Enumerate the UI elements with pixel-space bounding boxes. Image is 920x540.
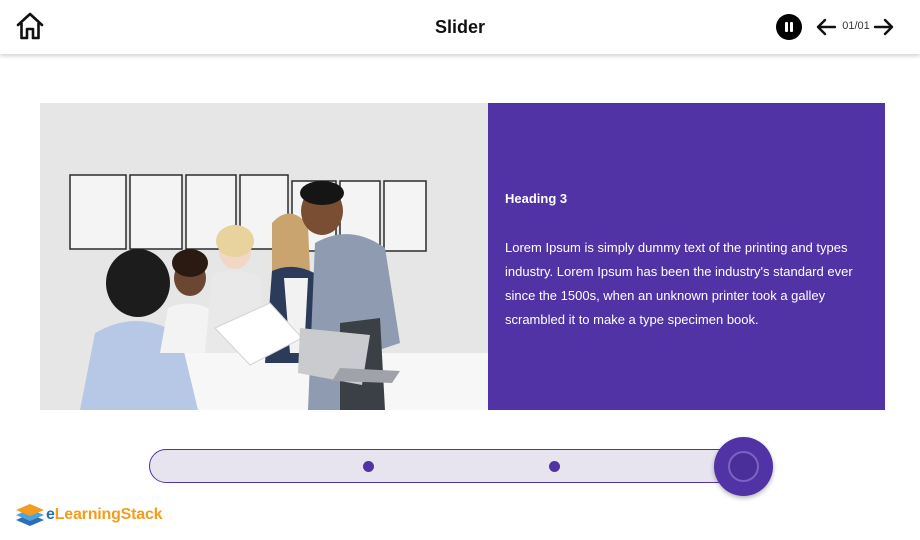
home-button[interactable] [14,11,46,41]
pause-button[interactable] [776,14,802,40]
next-button[interactable] [873,17,895,37]
stacked-books-icon [16,504,44,526]
slide-body-text: Lorem Ipsum is simply dummy text of the … [505,240,853,327]
slide-heading: Heading 3 [505,191,568,206]
slide-photo [40,103,488,410]
slide-text-panel: Heading 3 Lorem Ipsum is simply dummy te… [488,103,885,410]
slider-dot-1[interactable] [363,461,374,472]
brand-logo-text: eLearningStack [46,506,163,524]
top-bar: Slider 01/01 [0,0,920,54]
arrow-right-icon [873,18,894,36]
brand-logo-letter: e [46,506,55,523]
arrow-left-icon [816,18,837,36]
page-counter: 01/01 [842,20,870,32]
slider-handle[interactable] [714,437,773,496]
slider-dot-2[interactable] [549,461,560,472]
slider-handle-ring [728,451,759,482]
prev-button[interactable] [815,17,837,37]
slider-track[interactable] [149,449,747,483]
slide: Heading 3 Lorem Ipsum is simply dummy te… [40,103,885,410]
brand-logo-name: LearningStack [54,506,163,523]
home-icon [16,12,44,40]
brand-logo: eLearningStack [14,500,194,530]
